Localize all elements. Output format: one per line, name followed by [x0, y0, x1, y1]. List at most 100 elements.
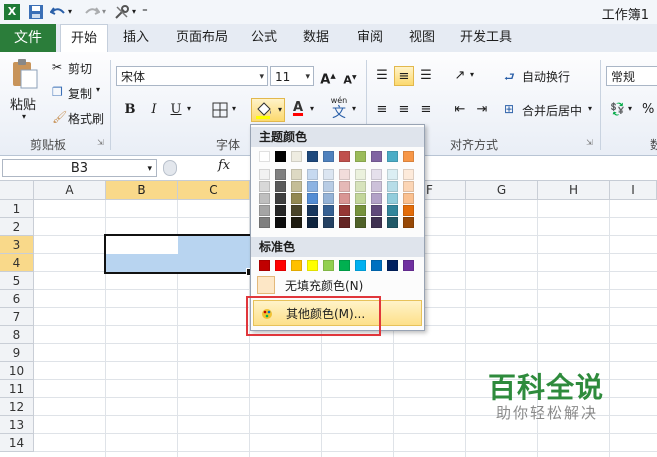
theme-shade-swatch[interactable]	[259, 169, 270, 180]
theme-shade-swatch[interactable]	[355, 205, 366, 216]
row-header-11[interactable]: 11	[0, 380, 34, 398]
standard-color-swatch[interactable]	[259, 260, 270, 271]
column-header-i[interactable]: I	[610, 181, 657, 200]
theme-shade-swatch[interactable]	[291, 193, 302, 204]
theme-shade-swatch[interactable]	[307, 205, 318, 216]
standard-color-swatch[interactable]	[307, 260, 318, 271]
formula-bar-splitter[interactable]	[163, 160, 177, 176]
wrap-text-button[interactable]: 自动换行	[522, 68, 570, 85]
font-name-select[interactable]: 宋体 ▾	[116, 66, 268, 86]
column-header-a[interactable]: A	[34, 181, 106, 200]
phonetic-guide-button[interactable]: wén 文	[328, 96, 350, 124]
format-painter-icon[interactable]: 🖌	[52, 110, 67, 124]
theme-shade-swatch[interactable]	[339, 205, 350, 216]
theme-shade-swatch[interactable]	[403, 205, 414, 216]
theme-shade-swatch[interactable]	[323, 205, 334, 216]
insert-function-button[interactable]: fx	[218, 158, 230, 173]
theme-color-swatch[interactable]	[339, 151, 350, 162]
theme-shade-swatch[interactable]	[403, 181, 414, 192]
wrap-text-icon[interactable]: ⮐	[504, 68, 515, 89]
theme-color-swatch[interactable]	[403, 151, 414, 162]
tab-home[interactable]: 开始	[60, 24, 108, 53]
cut-button[interactable]: 剪切	[68, 60, 92, 77]
row-header-6[interactable]: 6	[0, 290, 34, 308]
theme-shade-swatch[interactable]	[403, 217, 414, 228]
theme-shade-swatch[interactable]	[291, 169, 302, 180]
standard-color-swatch[interactable]	[339, 260, 350, 271]
theme-shade-swatch[interactable]	[355, 217, 366, 228]
merge-center-icon[interactable]: ⊞	[504, 102, 514, 116]
theme-shade-swatch[interactable]	[339, 181, 350, 192]
theme-color-swatch[interactable]	[387, 151, 398, 162]
theme-color-swatch[interactable]	[259, 151, 270, 162]
theme-shade-swatch[interactable]	[307, 169, 318, 180]
theme-shade-swatch[interactable]	[355, 169, 366, 180]
alignment-launcher-icon[interactable]: ⇲	[586, 138, 593, 147]
theme-shade-swatch[interactable]	[339, 193, 350, 204]
theme-shade-swatch[interactable]	[371, 181, 382, 192]
theme-shade-swatch[interactable]	[339, 217, 350, 228]
align-center-icon[interactable]: ≡	[394, 100, 414, 120]
align-bottom-icon[interactable]: ☰	[416, 66, 436, 86]
theme-shade-swatch[interactable]	[339, 169, 350, 180]
column-header-h[interactable]: H	[538, 181, 610, 200]
column-header-b[interactable]: B	[106, 181, 178, 200]
theme-shade-swatch[interactable]	[323, 169, 334, 180]
column-header-g[interactable]: G	[466, 181, 538, 200]
bold-button[interactable]: B	[120, 100, 140, 120]
theme-shade-swatch[interactable]	[371, 193, 382, 204]
standard-color-swatch[interactable]	[275, 260, 286, 271]
format-painter-button[interactable]: 格式刷	[68, 110, 104, 127]
theme-shade-swatch[interactable]	[259, 181, 270, 192]
accounting-dropdown-icon[interactable]: ▾	[628, 104, 632, 113]
align-right-icon[interactable]: ≡	[416, 100, 436, 120]
row-header-5[interactable]: 5	[0, 272, 34, 290]
align-middle-icon[interactable]: ≡	[394, 66, 414, 86]
undo-dropdown-icon[interactable]: ▾	[68, 4, 84, 20]
font-color-dropdown-icon[interactable]: ▾	[310, 104, 314, 113]
name-box[interactable]: B3 ▾	[2, 159, 157, 177]
theme-shade-swatch[interactable]	[403, 169, 414, 180]
tools-icon[interactable]	[114, 4, 130, 20]
theme-shade-swatch[interactable]	[387, 217, 398, 228]
row-header-7[interactable]: 7	[0, 308, 34, 326]
customize-quick-access-icon[interactable]: ⁼	[142, 4, 158, 20]
theme-color-swatch[interactable]	[275, 151, 286, 162]
accounting-format-icon[interactable]: 💱	[610, 102, 625, 116]
number-format-select[interactable]: 常规	[606, 66, 657, 86]
theme-shade-swatch[interactable]	[323, 193, 334, 204]
tab-view[interactable]: 视图	[402, 24, 442, 52]
align-left-icon[interactable]: ≡	[372, 100, 392, 120]
row-header-14[interactable]: 14	[0, 434, 34, 452]
theme-shade-swatch[interactable]	[387, 193, 398, 204]
theme-shade-swatch[interactable]	[323, 217, 334, 228]
fill-color-button[interactable]: ▾	[251, 98, 285, 122]
orientation-icon[interactable]: ↗	[450, 66, 470, 86]
undo-icon[interactable]	[49, 4, 66, 20]
borders-dropdown-icon[interactable]: ▾	[232, 104, 236, 113]
theme-shade-swatch[interactable]	[275, 217, 286, 228]
decrease-indent-icon[interactable]: ⇤	[450, 100, 470, 120]
theme-shade-swatch[interactable]	[371, 217, 382, 228]
italic-button[interactable]: I	[144, 100, 164, 120]
theme-shade-swatch[interactable]	[307, 217, 318, 228]
row-header-2[interactable]: 2	[0, 218, 34, 236]
theme-shade-swatch[interactable]	[275, 193, 286, 204]
theme-shade-swatch[interactable]	[275, 169, 286, 180]
redo-icon[interactable]	[84, 4, 101, 20]
tab-file[interactable]: 文件	[0, 24, 56, 52]
theme-shade-swatch[interactable]	[291, 217, 302, 228]
theme-shade-swatch[interactable]	[403, 193, 414, 204]
decrease-font-size-icon[interactable]: A▼	[340, 68, 360, 88]
theme-shade-swatch[interactable]	[371, 205, 382, 216]
theme-color-swatch[interactable]	[355, 151, 366, 162]
phonetic-dropdown-icon[interactable]: ▾	[352, 104, 356, 113]
standard-color-swatch[interactable]	[387, 260, 398, 271]
paste-icon[interactable]	[10, 58, 38, 90]
theme-shade-swatch[interactable]	[275, 205, 286, 216]
theme-shade-swatch[interactable]	[307, 193, 318, 204]
row-header-3[interactable]: 3	[0, 236, 34, 254]
theme-shade-swatch[interactable]	[355, 181, 366, 192]
standard-color-swatch[interactable]	[323, 260, 334, 271]
standard-color-swatch[interactable]	[355, 260, 366, 271]
